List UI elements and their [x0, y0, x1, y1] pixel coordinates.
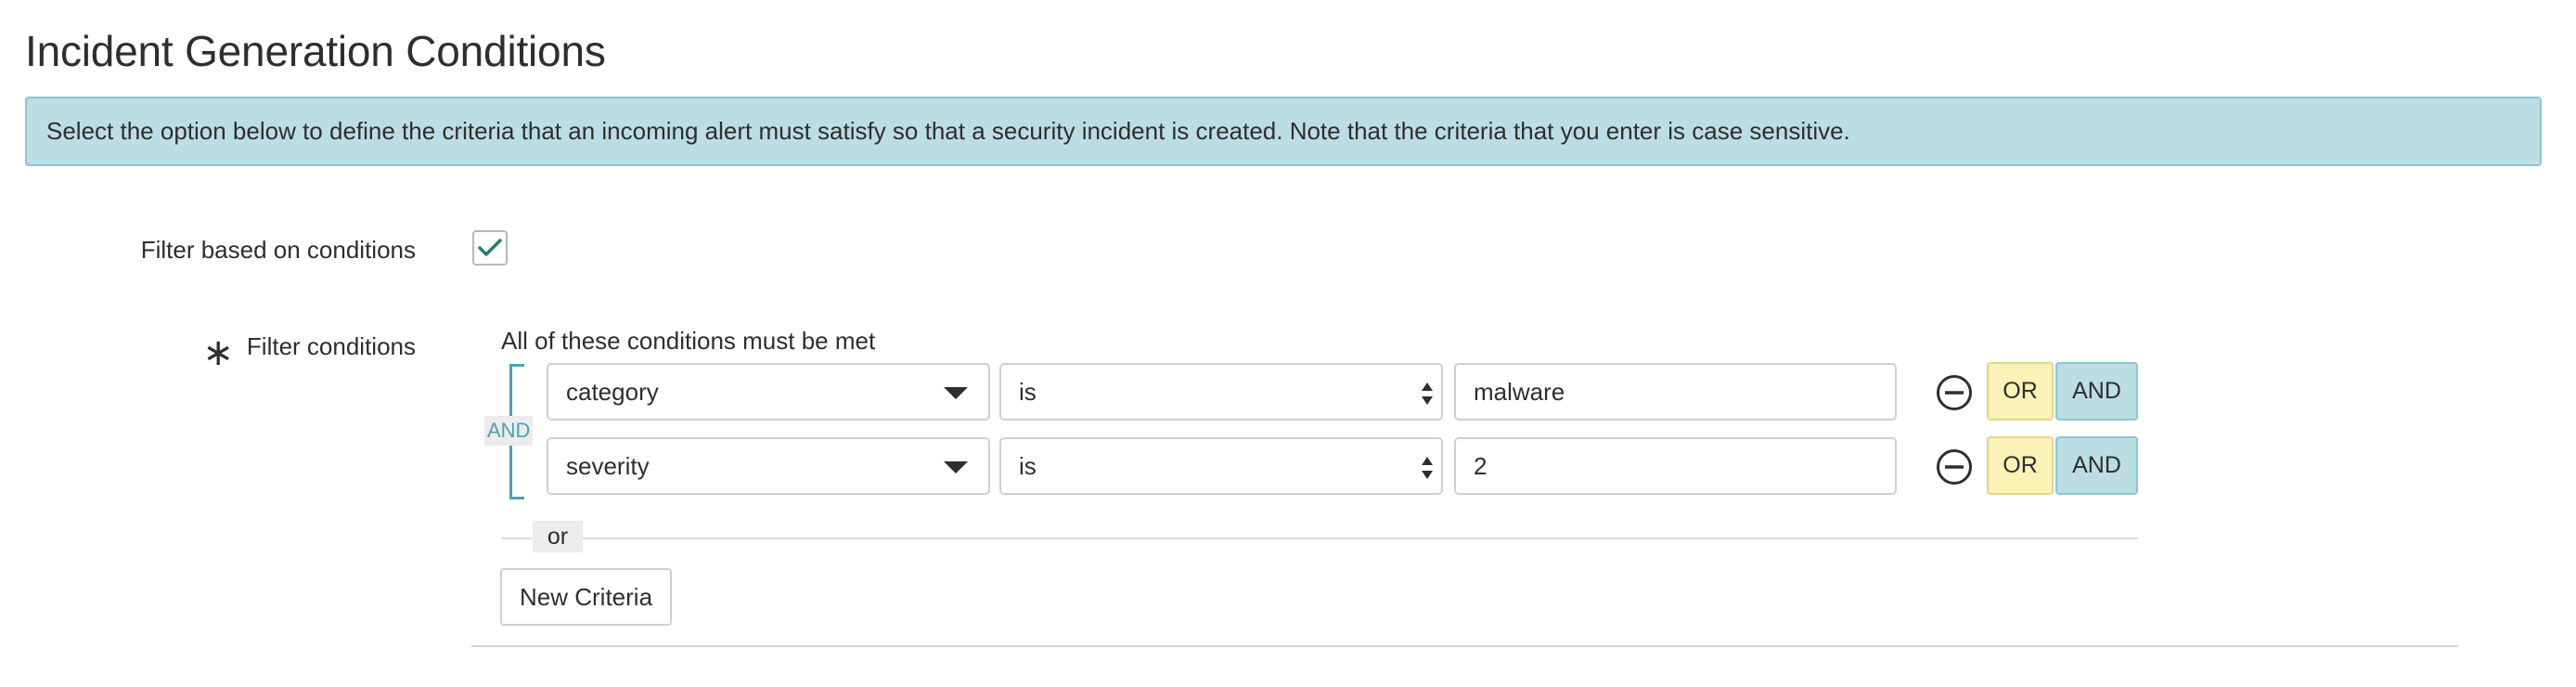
- condition-field-value: category: [566, 377, 659, 406]
- new-criteria-button[interactable]: New Criteria: [500, 568, 673, 626]
- or-button[interactable]: OR: [1987, 436, 2054, 495]
- or-separator-tag: or: [533, 521, 583, 552]
- minus-circle-icon[interactable]: [1936, 448, 1973, 486]
- info-message-text: Select the option below to define the cr…: [46, 117, 1850, 145]
- condition-value-input[interactable]: [1454, 437, 1897, 495]
- and-button[interactable]: AND: [2055, 436, 2138, 495]
- and-group-tag: AND: [484, 416, 534, 446]
- filter-conditions-label: Filter conditions: [246, 332, 416, 360]
- caret-down-icon: [944, 461, 968, 473]
- condition-value-input[interactable]: [1454, 363, 1897, 421]
- or-button[interactable]: OR: [1987, 362, 2054, 421]
- updown-arrows-icon: [1422, 457, 1433, 479]
- page-title: Incident Generation Conditions: [25, 27, 606, 75]
- asterisk-icon: ∗: [202, 331, 234, 373]
- and-button[interactable]: AND: [2055, 362, 2138, 421]
- condition-operator-value: is: [1019, 451, 1037, 480]
- updown-arrows-icon: [1422, 382, 1433, 405]
- incident-generation-page: Incident Generation Conditions Select th…: [0, 0, 2576, 687]
- condition-operator-value: is: [1019, 377, 1037, 406]
- condition-field-select[interactable]: category: [547, 363, 990, 421]
- checkmark-icon: [478, 239, 502, 256]
- filter-conditions-label-group: ∗ Filter conditions: [202, 332, 416, 371]
- caret-down-icon: [944, 387, 968, 399]
- or-separator-line: [501, 538, 2138, 539]
- filter-based-checkbox[interactable]: [472, 230, 508, 266]
- condition-operator-select[interactable]: is: [999, 363, 1443, 421]
- minus-circle-icon[interactable]: [1936, 374, 1973, 411]
- bottom-divider: [471, 645, 2458, 647]
- filter-based-label: Filter based on conditions: [140, 236, 416, 264]
- condition-operator-select[interactable]: is: [999, 437, 1443, 495]
- condition-field-select[interactable]: severity: [547, 437, 990, 495]
- conditions-caption: All of these conditions must be met: [501, 327, 876, 355]
- condition-field-value: severity: [566, 451, 650, 480]
- info-message-box: Select the option below to define the cr…: [25, 97, 2542, 166]
